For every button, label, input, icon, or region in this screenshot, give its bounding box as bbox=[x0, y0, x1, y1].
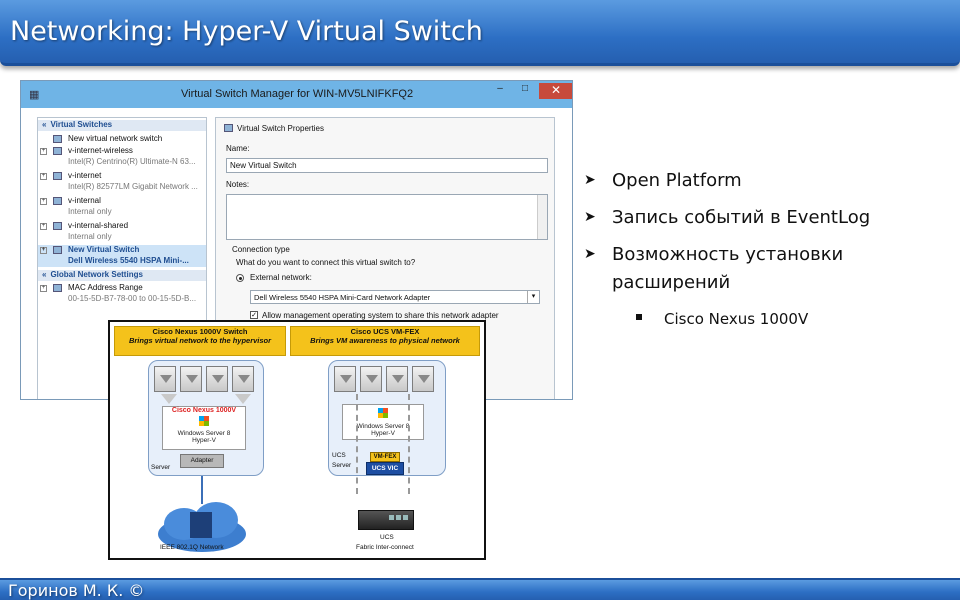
network-switch-icon bbox=[53, 197, 62, 205]
connection-question: What do you want to connect this virtual… bbox=[236, 258, 416, 267]
tree-item-mac-range[interactable]: + MAC Address Range bbox=[38, 283, 206, 294]
tree-item[interactable]: + v-internal-shared bbox=[38, 221, 206, 232]
down-arrow-icon bbox=[161, 394, 177, 404]
network-switch-icon bbox=[53, 246, 62, 254]
allow-management-label: Allow management operating system to sha… bbox=[262, 311, 499, 320]
server-label: Server bbox=[151, 464, 171, 471]
network-switch-icon bbox=[53, 135, 62, 143]
nexus-banner: Cisco Nexus 1000V Switch Brings virtual … bbox=[114, 326, 286, 356]
expand-icon[interactable]: + bbox=[40, 247, 47, 254]
arrow-bullet-icon: ➤ bbox=[584, 209, 596, 225]
close-button[interactable]: ✕ bbox=[539, 83, 572, 99]
ucs-server-label-1: UCS bbox=[332, 452, 346, 459]
external-network-label: External network: bbox=[250, 273, 312, 282]
ucs-banner: Cisco UCS VM-FEX Brings VM awareness to … bbox=[290, 326, 480, 356]
tree-item-new-switch[interactable]: New virtual network switch bbox=[38, 134, 206, 145]
vm-icon bbox=[334, 366, 356, 392]
network-switch-icon bbox=[53, 222, 62, 230]
adapter-box: Adapter bbox=[180, 454, 224, 468]
tree-header-global-settings[interactable]: «Global Network Settings bbox=[38, 270, 206, 281]
minimize-button[interactable]: – bbox=[489, 83, 511, 99]
arrow-bullet-icon: ➤ bbox=[584, 246, 596, 262]
tree-item-detail: Intel(R) 82577LM Gigabit Network ... bbox=[68, 182, 198, 191]
vm-icon bbox=[386, 366, 408, 392]
network-switch-icon bbox=[224, 124, 233, 132]
down-arrow-icon bbox=[235, 394, 251, 404]
dropdown-arrow-icon: ▾ bbox=[527, 291, 539, 303]
notes-textarea[interactable] bbox=[226, 194, 548, 240]
tree-item-detail: Dell Wireless 5540 HSPA Mini-... bbox=[38, 256, 206, 267]
fabric-interconnect-icon bbox=[358, 510, 414, 530]
vm-icon bbox=[180, 366, 202, 392]
allow-management-checkbox[interactable]: ✓ bbox=[250, 311, 258, 319]
tree-item[interactable]: + v-internet-wireless bbox=[38, 146, 206, 157]
expand-icon[interactable]: + bbox=[40, 223, 47, 230]
ws-line2: Hyper-V bbox=[192, 437, 216, 444]
name-label: Name: bbox=[226, 144, 250, 153]
cisco-diagram: Cisco Nexus 1000V Switch Brings virtual … bbox=[108, 320, 486, 560]
vm-icon bbox=[360, 366, 382, 392]
expand-icon[interactable]: + bbox=[40, 148, 47, 155]
vm-icon bbox=[154, 366, 176, 392]
vm-icon bbox=[232, 366, 254, 392]
windows-logo-icon bbox=[378, 408, 388, 418]
tree-item[interactable]: + v-internet bbox=[38, 171, 206, 182]
expand-icon[interactable]: + bbox=[40, 173, 47, 180]
vm-icon bbox=[412, 366, 434, 392]
ws-line1: Windows Server 8 bbox=[177, 430, 231, 437]
network-adapter-select[interactable]: Dell Wireless 5540 HSPA Mini-Card Networ… bbox=[250, 290, 540, 304]
slide-title: Networking: Hyper-V Virtual Switch bbox=[10, 16, 483, 47]
nexus-hypervisor-box: Cisco Nexus 1000V Windows Server 8 Hyper… bbox=[162, 406, 246, 450]
ucs-server-label-2: Server bbox=[332, 462, 352, 469]
properties-section-title: Virtual Switch Properties bbox=[224, 124, 324, 133]
notes-scrollbar[interactable] bbox=[537, 195, 547, 239]
expand-icon[interactable]: + bbox=[40, 285, 47, 292]
fabric-label-1: UCS bbox=[380, 534, 394, 541]
expand-icon[interactable]: + bbox=[40, 198, 47, 205]
dashed-path bbox=[408, 394, 410, 494]
vm-fex-box: VM-FEX bbox=[370, 452, 400, 462]
app-icon: ▦ bbox=[29, 89, 40, 101]
network-switch-icon bbox=[53, 172, 62, 180]
ucs-vic-box: UCS VIC bbox=[366, 462, 404, 475]
ucs-hypervisor-box: Windows Server 8 Hyper-V bbox=[342, 404, 424, 440]
network-label: IEEE 802.1Q Network bbox=[160, 544, 224, 551]
maximize-button[interactable]: □ bbox=[514, 83, 536, 99]
network-switch-icon bbox=[53, 147, 62, 155]
dashed-path bbox=[356, 394, 358, 494]
notes-label: Notes: bbox=[226, 180, 250, 189]
slide-title-bar: Networking: Hyper-V Virtual Switch bbox=[0, 0, 960, 66]
settings-icon bbox=[53, 284, 62, 292]
tree-item-detail: Internal only bbox=[68, 232, 112, 241]
connection-type-label: Connection type bbox=[232, 245, 290, 254]
nexus-label: Cisco Nexus 1000V bbox=[171, 407, 237, 414]
collapse-chevron-icon: « bbox=[42, 270, 47, 279]
square-bullet-icon bbox=[636, 314, 642, 320]
ws-line2: Hyper-V bbox=[371, 430, 395, 437]
tree-header-virtual-switches[interactable]: «Virtual Switches bbox=[38, 120, 206, 131]
switch-name-input[interactable]: New Virtual Switch bbox=[226, 158, 548, 173]
collapse-chevron-icon: « bbox=[42, 120, 47, 129]
tree-item-detail: 00-15-5D-B7-78-00 to 00-15-5D-B... bbox=[68, 294, 197, 303]
external-network-radio[interactable] bbox=[236, 274, 244, 282]
window-title-bar: ▦ Virtual Switch Manager for WIN-MV5LNIF… bbox=[21, 81, 572, 108]
footer-bar: Горинов М. К. © bbox=[0, 578, 960, 600]
fabric-label-2: Fabric Inter-connect bbox=[356, 544, 414, 551]
ws-line1: Windows Server 8 bbox=[356, 423, 410, 430]
tree-item[interactable]: + v-internal bbox=[38, 196, 206, 207]
tree-item-detail: Internal only bbox=[68, 207, 112, 216]
window-title: Virtual Switch Manager for WIN-MV5LNIFKF… bbox=[181, 88, 414, 100]
windows-logo-icon bbox=[199, 416, 209, 426]
vm-icon bbox=[206, 366, 228, 392]
tree-item-selected[interactable]: + New Virtual Switch bbox=[38, 245, 206, 256]
tree-item-detail: Intel(R) Centrino(R) Ultimate-N 63... bbox=[68, 157, 196, 166]
arrow-bullet-icon: ➤ bbox=[584, 172, 596, 188]
footer-author: Горинов М. К. © bbox=[8, 581, 145, 600]
